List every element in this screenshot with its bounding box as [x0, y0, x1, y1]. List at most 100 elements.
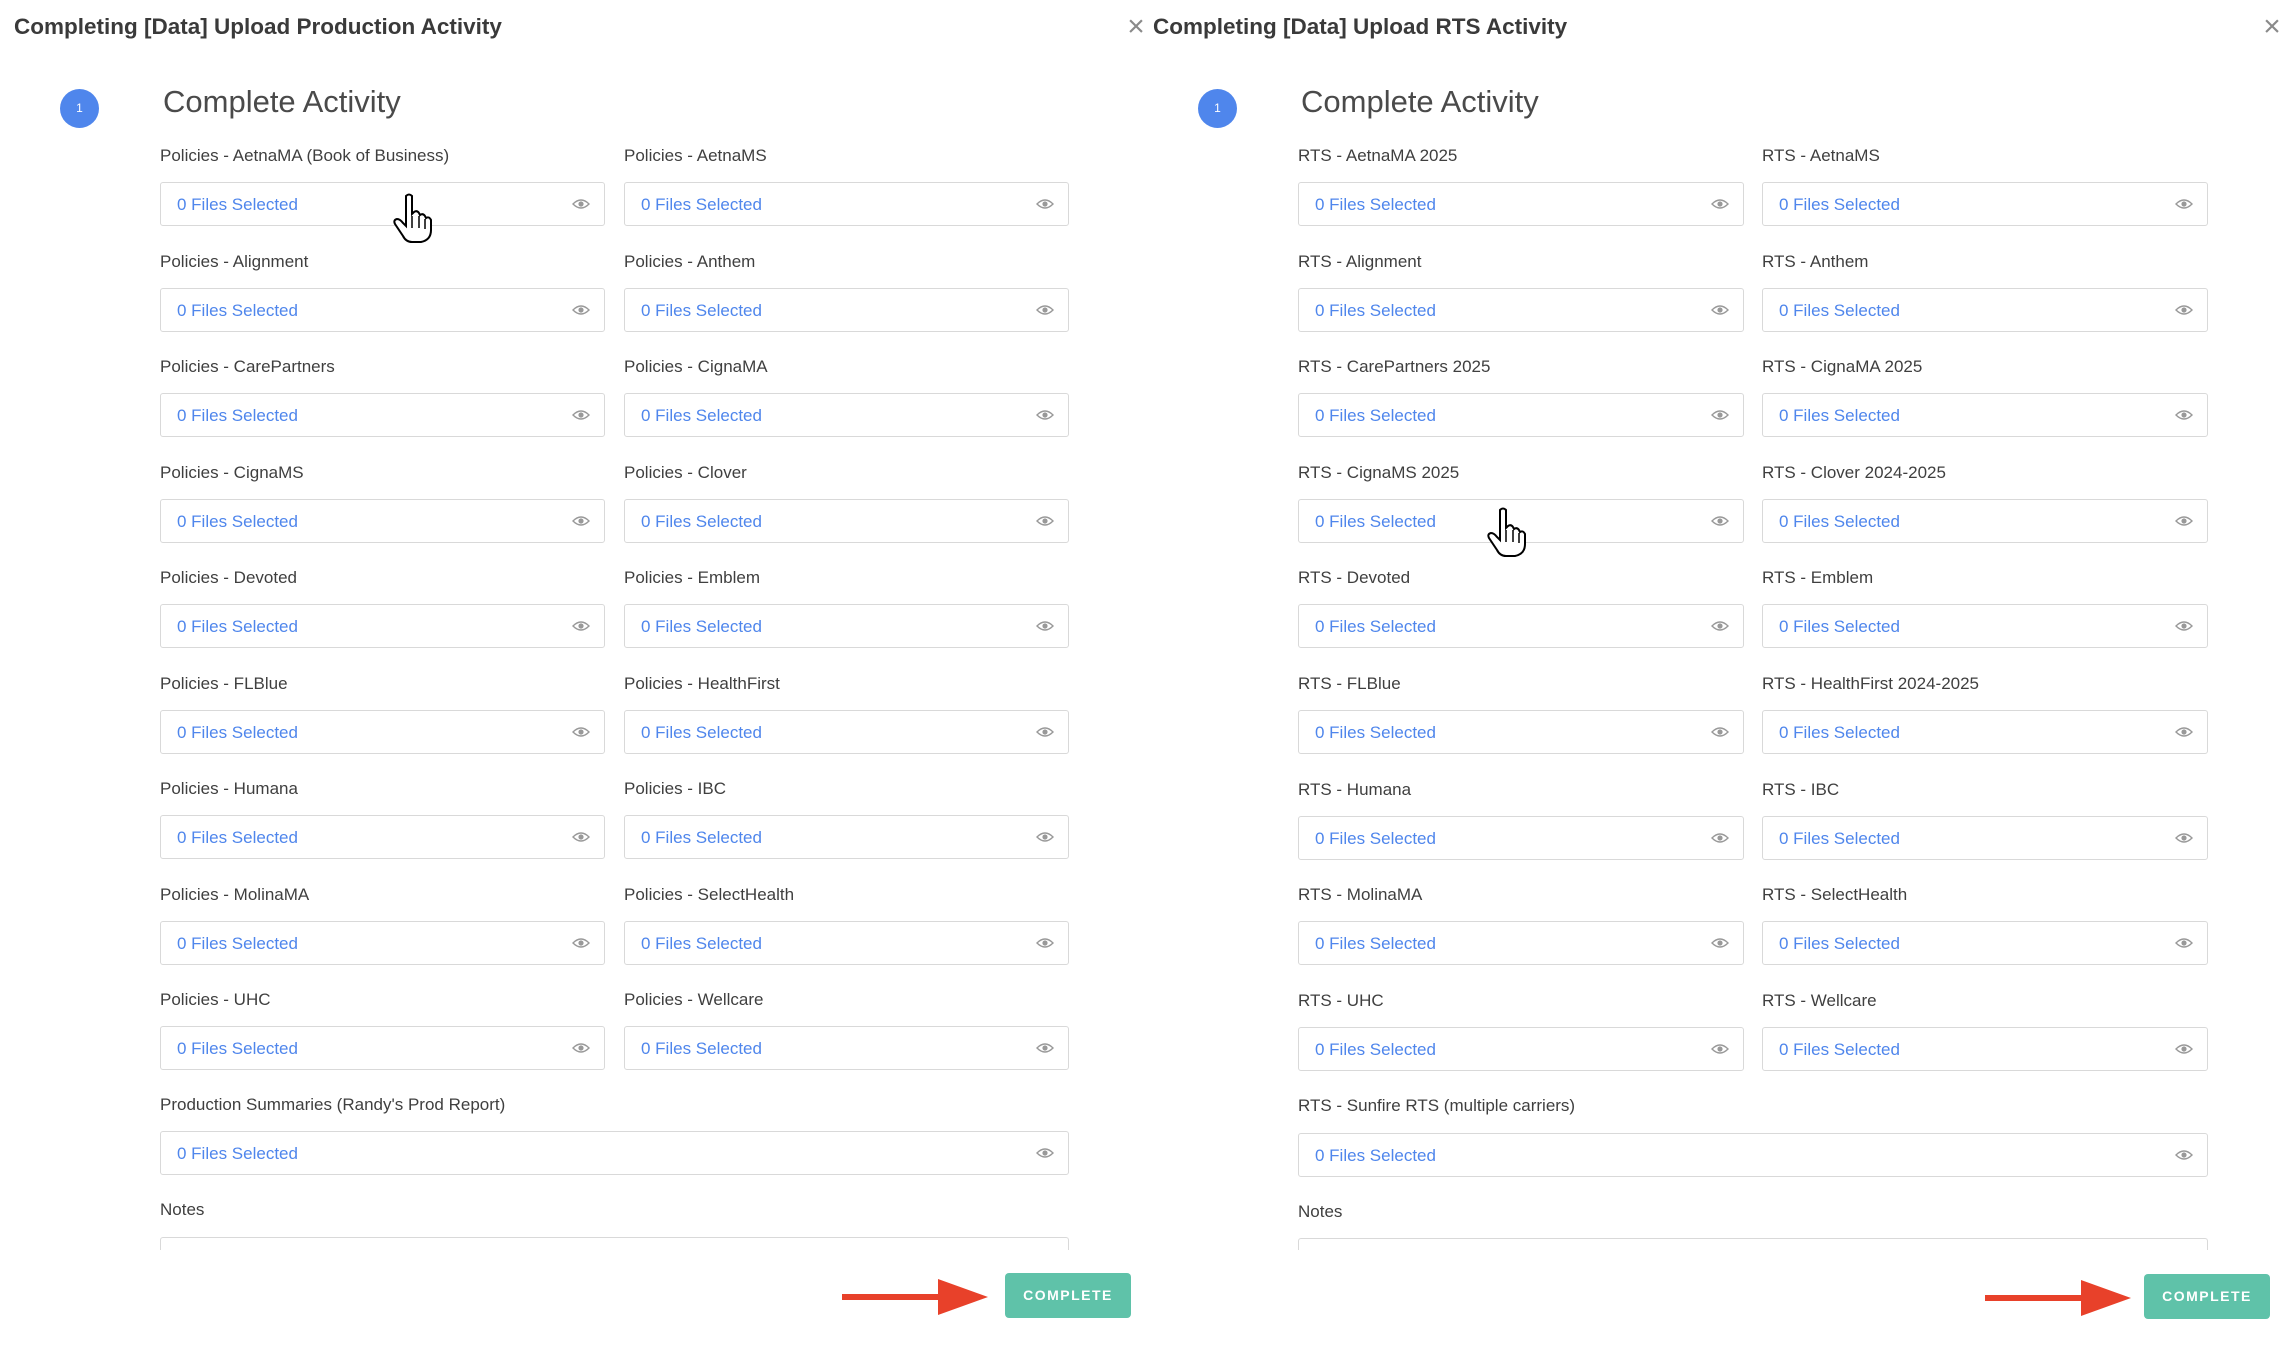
eye-icon[interactable]: [1036, 725, 1054, 739]
eye-icon[interactable]: [1036, 1041, 1054, 1055]
eye-icon[interactable]: [1711, 831, 1729, 845]
field-label: Policies - Clover: [624, 462, 747, 482]
close-icon[interactable]: ×: [2256, 12, 2288, 44]
eye-icon[interactable]: [2175, 303, 2193, 317]
eye-icon[interactable]: [1711, 303, 1729, 317]
field-label: RTS - Wellcare: [1762, 990, 1877, 1010]
eye-icon[interactable]: [572, 197, 590, 211]
file-picker[interactable]: 0 Files Selected: [1298, 287, 1744, 332]
file-picker[interactable]: 0 Files Selected: [1298, 393, 1744, 438]
complete-button[interactable]: COMPLETE: [2144, 1274, 2270, 1319]
eye-icon[interactable]: [1711, 197, 1729, 211]
files-selected-text: 0 Files Selected: [641, 828, 762, 847]
field-label: RTS - FLBlue: [1298, 674, 1401, 693]
eye-icon[interactable]: [1036, 408, 1054, 422]
file-picker[interactable]: 0 Files Selected: [1762, 182, 2208, 226]
eye-icon[interactable]: [1036, 1146, 1054, 1160]
file-picker[interactable]: 0 Files Selected: [160, 815, 605, 859]
eye-icon[interactable]: [2175, 197, 2193, 211]
file-picker[interactable]: 0 Files Selected: [624, 920, 1069, 965]
field-label: Policies - Wellcare: [624, 990, 764, 1009]
file-picker[interactable]: 0 Files Selected: [160, 498, 605, 543]
file-picker[interactable]: 0 Files Selected: [160, 287, 605, 332]
complete-button[interactable]: COMPLETE: [1005, 1273, 1131, 1318]
file-picker[interactable]: 0 Files Selected: [624, 182, 1069, 226]
eye-icon[interactable]: [572, 725, 590, 739]
file-picker[interactable]: 0 Files Selected: [1298, 815, 1744, 860]
file-picker[interactable]: 0 Files Selected: [1298, 1026, 1744, 1071]
eye-icon[interactable]: [1711, 936, 1729, 950]
eye-icon[interactable]: [2175, 408, 2193, 422]
eye-icon[interactable]: [1711, 408, 1729, 422]
eye-icon[interactable]: [2175, 831, 2193, 845]
file-picker[interactable]: 0 Files Selected: [1762, 710, 2208, 754]
field-label: RTS - HealthFirst 2024-2025: [1762, 674, 1980, 693]
files-selected-text: 0 Files Selected: [641, 617, 762, 636]
field-label: Policies - AetnaMA (Book of Business): [160, 146, 450, 165]
field-label: Policies - IBC: [624, 779, 727, 798]
file-picker[interactable]: 0 Files Selected: [1298, 921, 1744, 966]
eye-icon[interactable]: [2175, 725, 2193, 739]
eye-icon[interactable]: [1036, 197, 1054, 211]
field-label: Policies - CignaMS: [160, 462, 304, 482]
file-picker[interactable]: 0 Files Selected: [1762, 815, 2208, 860]
eye-icon[interactable]: [1711, 514, 1729, 528]
notes-label: Notes: [1298, 1202, 1343, 1221]
eye-icon[interactable]: [572, 408, 590, 422]
wide-field-label: Production Summaries (Randy's Prod Repor…: [160, 1095, 506, 1114]
eye-icon[interactable]: [1036, 619, 1054, 633]
file-picker[interactable]: 0 Files Selected: [1298, 604, 1744, 649]
wide-file-picker[interactable]: 0 Files Selected: [1298, 1133, 2208, 1177]
file-picker[interactable]: 0 Files Selected: [624, 604, 1069, 648]
file-picker[interactable]: 0 Files Selected: [160, 920, 605, 965]
files-selected-text: 0 Files Selected: [177, 722, 298, 742]
eye-icon[interactable]: [572, 830, 590, 844]
field-label: RTS - Clover 2024-2025: [1762, 462, 1946, 482]
eye-icon[interactable]: [572, 619, 590, 633]
eye-icon[interactable]: [1036, 936, 1054, 950]
file-picker[interactable]: 0 Files Selected: [624, 1026, 1069, 1070]
field-label: RTS - IBC: [1762, 779, 1840, 799]
eye-icon[interactable]: [572, 303, 590, 317]
eye-icon[interactable]: [1036, 303, 1054, 317]
file-picker[interactable]: 0 Files Selected: [160, 604, 605, 648]
arrow-right-icon: [1985, 1280, 2131, 1316]
file-picker[interactable]: 0 Files Selected: [160, 182, 605, 226]
eye-icon[interactable]: [2175, 514, 2193, 528]
files-selected-text: 0 Files Selected: [1779, 828, 1900, 848]
eye-icon[interactable]: [1711, 619, 1729, 633]
file-picker[interactable]: 0 Files Selected: [1762, 498, 2208, 543]
wide-file-picker[interactable]: 0 Files Selected: [160, 1131, 1069, 1175]
scroll-fade: [0, 1250, 1145, 1280]
eye-icon[interactable]: [572, 514, 590, 528]
eye-icon[interactable]: [2175, 936, 2193, 950]
file-picker[interactable]: 0 Files Selected: [624, 815, 1069, 859]
hand-cursor-icon: [1487, 507, 1526, 557]
field-label: RTS - CignaMA 2025: [1762, 357, 1923, 377]
file-picker[interactable]: 0 Files Selected: [624, 393, 1069, 437]
files-selected-text: 0 Files Selected: [177, 1144, 298, 1163]
file-picker[interactable]: 0 Files Selected: [1762, 287, 2208, 332]
file-picker[interactable]: 0 Files Selected: [160, 393, 605, 437]
eye-icon[interactable]: [572, 1041, 590, 1055]
file-picker[interactable]: 0 Files Selected: [1298, 710, 1744, 754]
file-picker[interactable]: 0 Files Selected: [160, 1026, 605, 1070]
eye-icon[interactable]: [2175, 1042, 2193, 1056]
file-picker[interactable]: 0 Files Selected: [624, 709, 1069, 754]
files-selected-text: 0 Files Selected: [177, 195, 298, 214]
eye-icon[interactable]: [1711, 1042, 1729, 1056]
eye-icon[interactable]: [1036, 514, 1054, 528]
eye-icon[interactable]: [2175, 619, 2193, 633]
eye-icon[interactable]: [1036, 830, 1054, 844]
eye-icon[interactable]: [2175, 1148, 2193, 1162]
file-picker[interactable]: 0 Files Selected: [624, 498, 1069, 543]
file-picker[interactable]: 0 Files Selected: [1762, 921, 2208, 966]
eye-icon[interactable]: [1711, 725, 1729, 739]
file-picker[interactable]: 0 Files Selected: [1762, 1026, 2208, 1071]
file-picker[interactable]: 0 Files Selected: [1298, 182, 1744, 226]
file-picker[interactable]: 0 Files Selected: [624, 287, 1069, 332]
file-picker[interactable]: 0 Files Selected: [160, 709, 605, 754]
file-picker[interactable]: 0 Files Selected: [1762, 604, 2208, 649]
file-picker[interactable]: 0 Files Selected: [1762, 393, 2208, 438]
eye-icon[interactable]: [572, 936, 590, 950]
